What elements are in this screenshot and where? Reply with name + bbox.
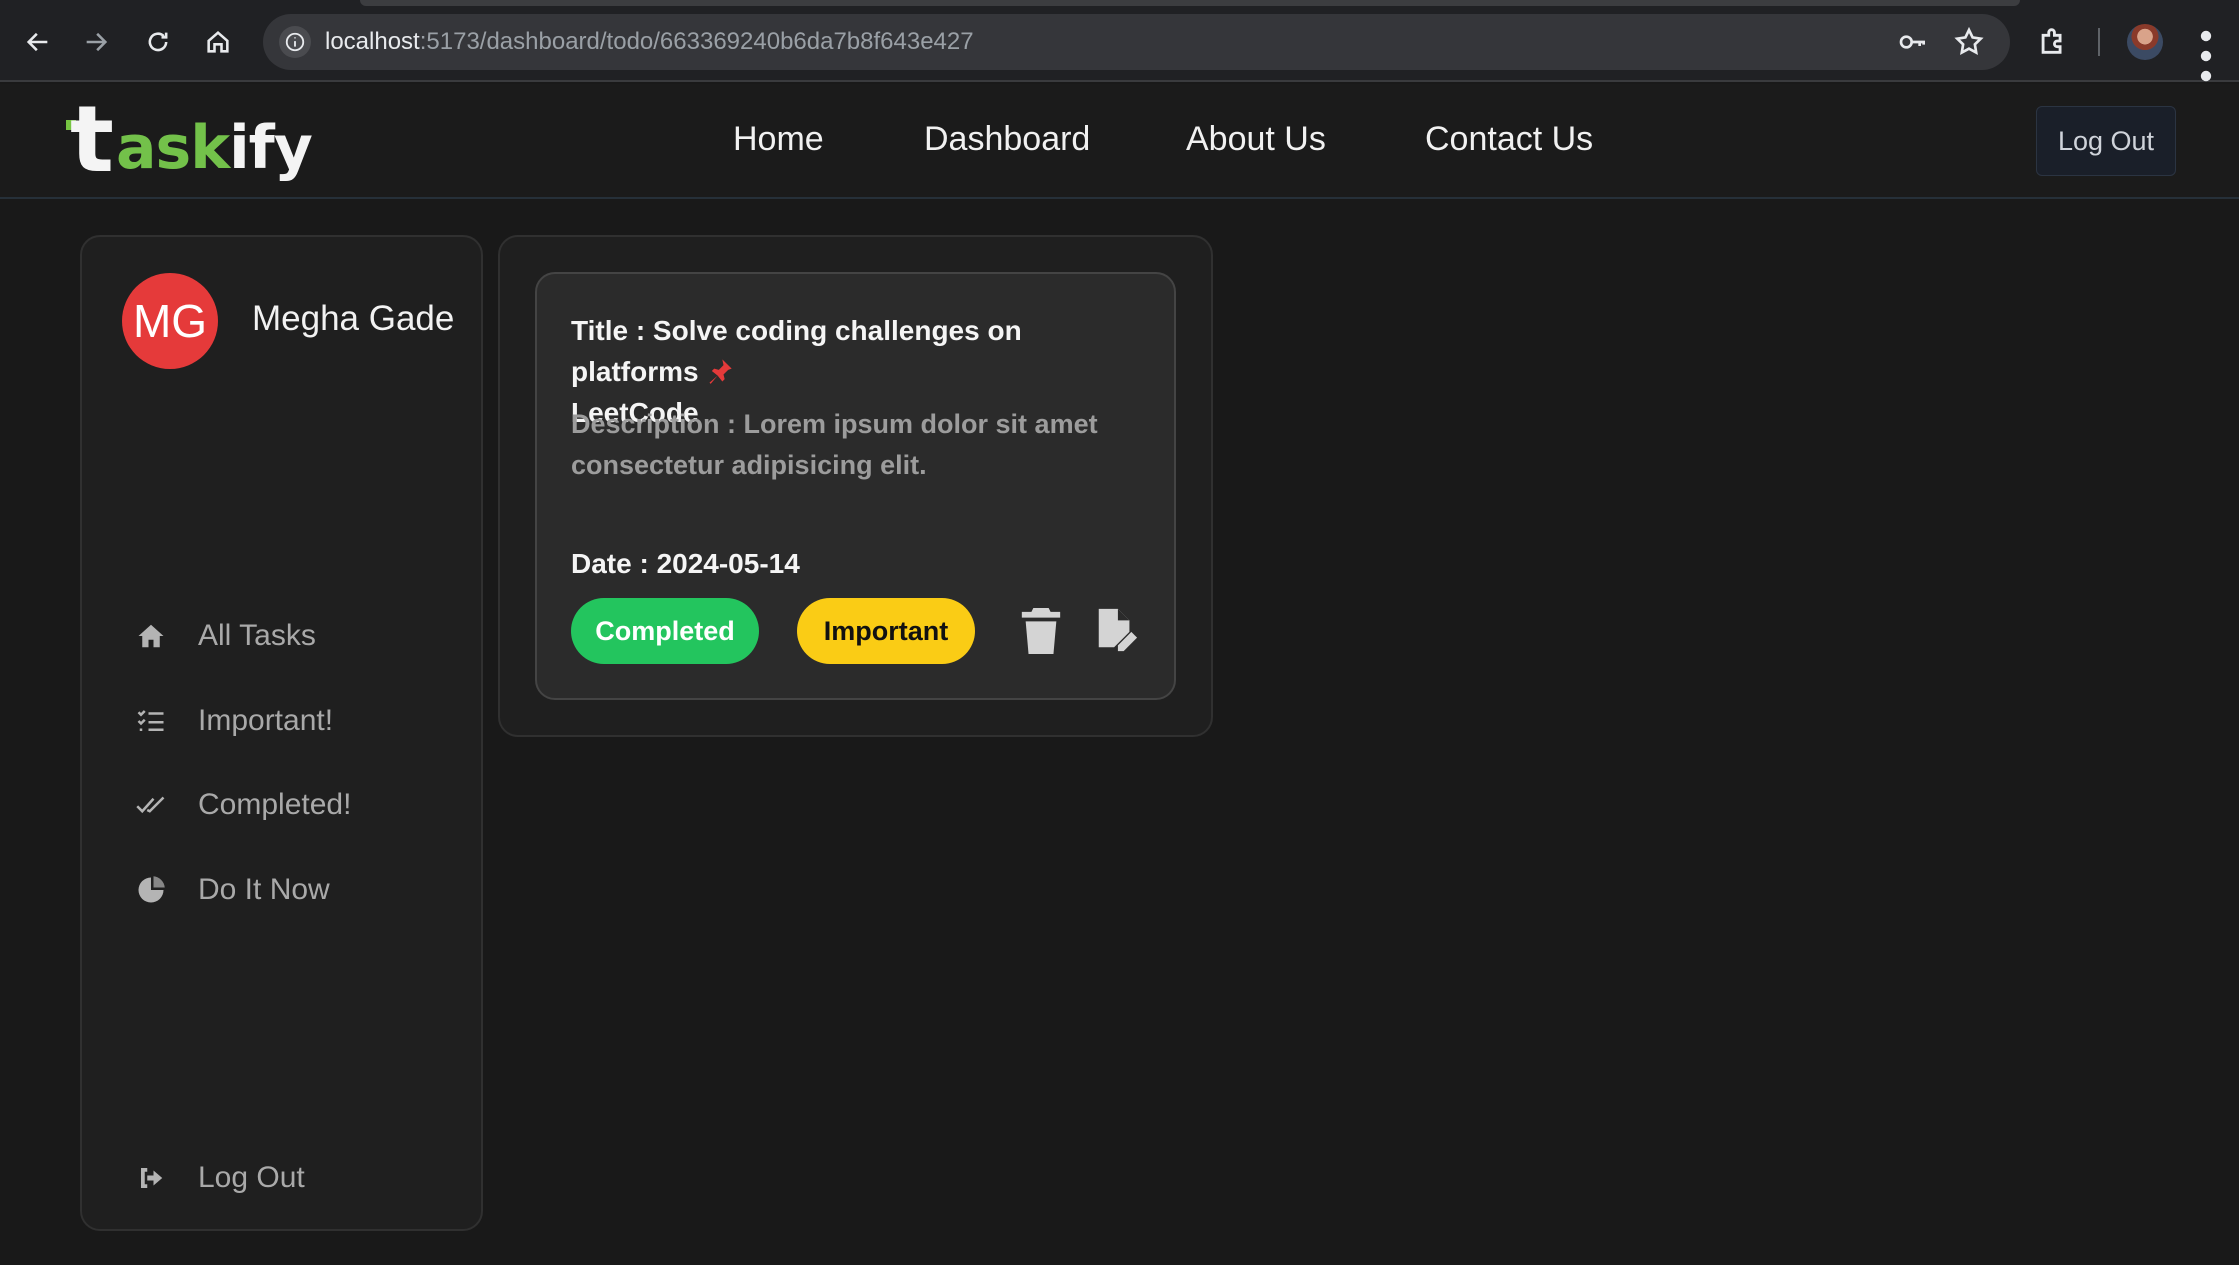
nav-dashboard[interactable]: Dashboard [924, 120, 1090, 159]
trash-icon[interactable] [1021, 608, 1061, 654]
back-icon[interactable] [18, 22, 58, 62]
sidebar-logout-label: Log Out [198, 1161, 305, 1194]
user-name: Megha Gade [252, 299, 455, 338]
logo-tail: ify [229, 113, 313, 183]
logo-accent: ask [116, 113, 230, 183]
sign-out-icon [134, 1161, 168, 1195]
extensions-icon[interactable] [2036, 24, 2070, 58]
task-card: Title : Solve coding challenges on platf… [535, 272, 1176, 700]
task-title-text: Title : Solve coding challenges on platf… [571, 315, 1022, 387]
site-info-icon[interactable] [279, 26, 311, 58]
browser-chrome: localhost:5173/dashboard/todo/663369240b… [0, 0, 2239, 82]
task-description: Description : Lorem ipsum dolor sit amet… [571, 409, 1098, 480]
sidebar-item-do-it-now[interactable]: Do It Now [134, 865, 330, 915]
important-button[interactable]: Important [797, 598, 975, 664]
sidebar: MG Megha Gade All Tasks Important! Compl… [80, 235, 483, 1231]
sidebar-item-all-tasks[interactable]: All Tasks [134, 611, 316, 661]
clock-pie-icon [134, 873, 168, 907]
browser-menu-icon[interactable] [2196, 26, 2216, 82]
header-logout-button[interactable]: Log Out [2036, 106, 2176, 176]
nav-home[interactable]: Home [733, 120, 824, 159]
home-browser-icon[interactable] [198, 22, 238, 62]
avatar: MG [122, 273, 218, 369]
tab-strip [360, 0, 2020, 6]
sidebar-logout-button[interactable]: Log Out [134, 1153, 305, 1203]
app-header [0, 84, 2239, 199]
edit-icon[interactable] [1093, 606, 1139, 654]
list-check-icon [134, 704, 168, 738]
home-icon [134, 619, 168, 653]
logo-t: t [70, 86, 114, 193]
url-text: localhost:5173/dashboard/todo/663369240b… [325, 28, 974, 56]
nav-about-us[interactable]: About Us [1186, 120, 1326, 159]
pushpin-icon [706, 355, 734, 384]
completed-button[interactable]: Completed [571, 598, 759, 664]
password-key-icon[interactable] [1897, 26, 1929, 58]
sidebar-item-completed[interactable]: Completed! [134, 780, 351, 830]
forward-icon[interactable] [76, 22, 116, 62]
task-date: Date : 2024-05-14 [571, 548, 800, 579]
taskify-logo[interactable]: t askify [64, 90, 314, 190]
sidebar-item-label: All Tasks [198, 619, 316, 652]
logo-text: askify [116, 118, 313, 178]
sidebar-item-label: Do It Now [198, 873, 330, 906]
profile-avatar[interactable] [2127, 24, 2163, 60]
toolbar-separator [2098, 28, 2100, 56]
url-path: :5173/dashboard/todo/663369240b6da7b8f64… [419, 28, 974, 55]
address-bar[interactable]: localhost:5173/dashboard/todo/663369240b… [263, 14, 2010, 70]
double-check-icon [134, 788, 168, 822]
bookmark-star-icon[interactable] [1953, 26, 1985, 58]
sidebar-item-important[interactable]: Important! [134, 696, 333, 746]
sidebar-item-label: Completed! [198, 788, 352, 821]
sidebar-item-label: Important! [198, 704, 334, 737]
url-host: localhost [325, 28, 420, 55]
nav-contact-us[interactable]: Contact Us [1425, 120, 1593, 159]
reload-icon[interactable] [138, 22, 178, 62]
